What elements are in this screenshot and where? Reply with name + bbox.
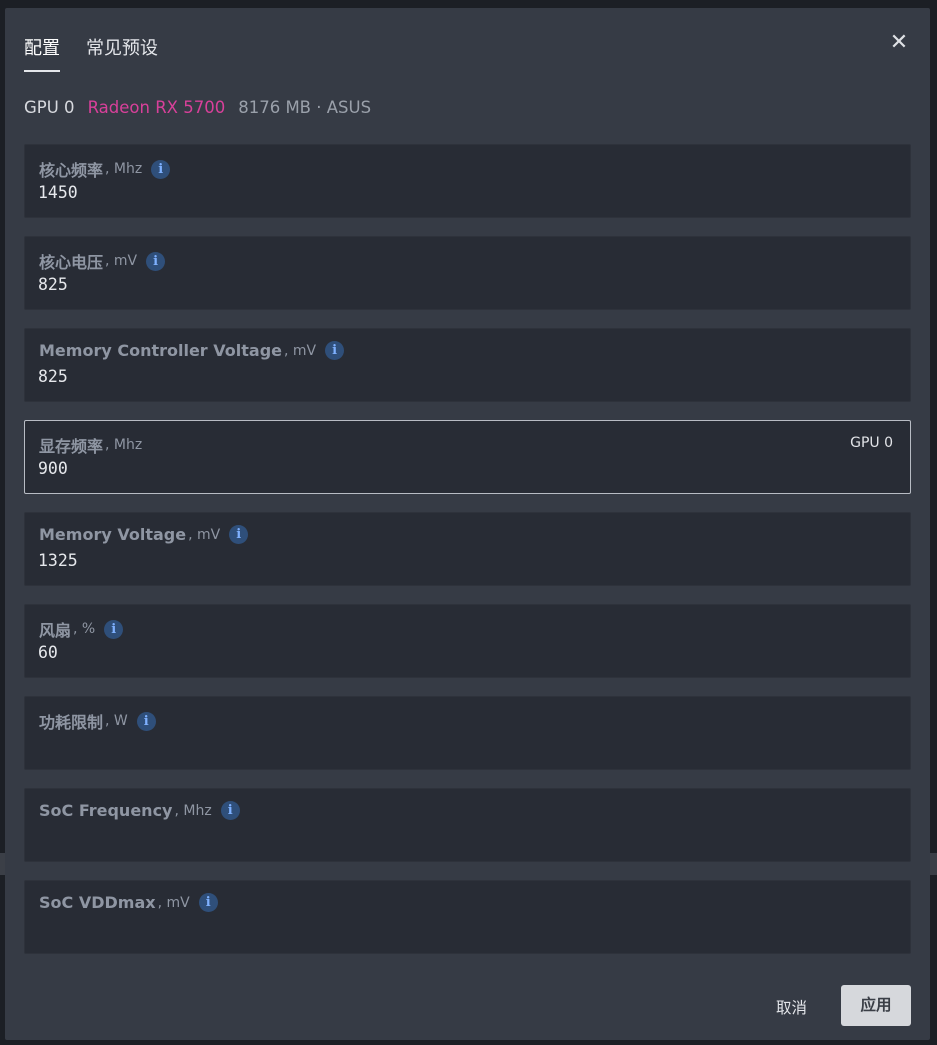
- close-icon[interactable]: ✕: [888, 32, 910, 54]
- field-power-limit[interactable]: 功耗限制 , W i: [24, 696, 911, 770]
- gpu-id: GPU 0: [24, 98, 75, 117]
- field-core-voltage[interactable]: 核心电压 , mV i 825: [24, 236, 911, 310]
- field-label-unit: , mV: [105, 253, 138, 269]
- field-soc-vddmax[interactable]: SoC VDDmax , mV i: [24, 880, 911, 954]
- field-label-text: 核心电压: [39, 253, 104, 272]
- info-icon[interactable]: i: [104, 619, 124, 639]
- info-icon[interactable]: i: [198, 893, 218, 912]
- field-label-unit: , Mhz: [174, 802, 212, 819]
- field-label-unit: , %: [73, 621, 96, 637]
- field-label-text: 风扇: [39, 621, 72, 640]
- tab-config[interactable]: 配置: [24, 34, 60, 72]
- field-label: Memory Voltage , mV i: [39, 525, 249, 544]
- field-label: 风扇 , % i: [39, 617, 124, 641]
- gpu-name: Radeon RX 5700: [87, 98, 226, 117]
- memory-clock-input[interactable]: 900: [38, 459, 818, 478]
- gpu-info-line: GPU 0 Radeon RX 5700 8176 MB · ASUS: [24, 98, 371, 117]
- memory-voltage-input[interactable]: 1325: [38, 551, 818, 570]
- field-label-text: 显存频率: [39, 437, 104, 456]
- field-label-unit: , mV: [188, 526, 221, 543]
- cancel-button[interactable]: 取消: [776, 996, 807, 1018]
- field-label-unit: , Mhz: [105, 161, 143, 177]
- tab-presets[interactable]: 常见预设: [86, 34, 158, 72]
- memory-controller-voltage-input[interactable]: 825: [38, 367, 818, 386]
- info-icon[interactable]: i: [325, 341, 345, 360]
- field-fan[interactable]: 风扇 , % i 60: [24, 604, 911, 678]
- field-memory-clock[interactable]: 显存频率 , Mhz GPU 0 900: [24, 420, 911, 494]
- field-label: 核心频率 , Mhz i: [39, 157, 171, 181]
- field-label: Memory Controller Voltage , mV i: [39, 341, 345, 360]
- field-label: 显存频率 , Mhz: [39, 433, 142, 457]
- field-label: 核心电压 , mV i: [39, 249, 166, 273]
- field-label: SoC Frequency , Mhz i: [39, 801, 240, 820]
- field-memory-controller-voltage[interactable]: Memory Controller Voltage , mV i 825: [24, 328, 911, 402]
- field-memory-voltage[interactable]: Memory Voltage , mV i 1325: [24, 512, 911, 586]
- field-label: 功耗限制 , W i: [39, 709, 156, 733]
- field-label-text: Memory Controller Voltage: [39, 341, 282, 360]
- gpu-config-dialog: 配置 常见预设 ✕ GPU 0 Radeon RX 5700 8176 MB ·…: [5, 8, 930, 1040]
- field-label-text: SoC Frequency: [39, 801, 173, 820]
- field-soc-frequency[interactable]: SoC Frequency , Mhz i: [24, 788, 911, 862]
- field-label-text: 功耗限制: [39, 713, 104, 732]
- field-label-unit: , mV: [157, 894, 190, 911]
- field-label-text: Memory Voltage: [39, 525, 187, 544]
- info-icon[interactable]: i: [220, 801, 240, 820]
- gpu-meta: 8176 MB · ASUS: [238, 98, 372, 117]
- apply-button[interactable]: 应用: [841, 985, 911, 1026]
- dialog-tabs: 配置 常见预设: [24, 34, 158, 72]
- core-clock-input[interactable]: 1450: [38, 183, 818, 202]
- field-label-unit: , Mhz: [105, 437, 143, 453]
- fan-input[interactable]: 60: [38, 643, 818, 662]
- field-label-text: SoC VDDmax: [39, 893, 156, 912]
- field-label-unit: , W: [105, 713, 128, 729]
- info-icon[interactable]: i: [229, 525, 249, 544]
- core-voltage-input[interactable]: 825: [38, 275, 818, 294]
- field-label-unit: , mV: [284, 342, 317, 359]
- info-icon[interactable]: i: [146, 251, 166, 271]
- info-icon[interactable]: i: [136, 711, 156, 731]
- info-icon[interactable]: i: [151, 159, 171, 179]
- field-core-clock[interactable]: 核心频率 , Mhz i 1450: [24, 144, 911, 218]
- field-label-text: 核心频率: [39, 161, 104, 180]
- field-label: SoC VDDmax , mV i: [39, 893, 218, 912]
- field-gpu-tag: GPU 0: [850, 435, 893, 451]
